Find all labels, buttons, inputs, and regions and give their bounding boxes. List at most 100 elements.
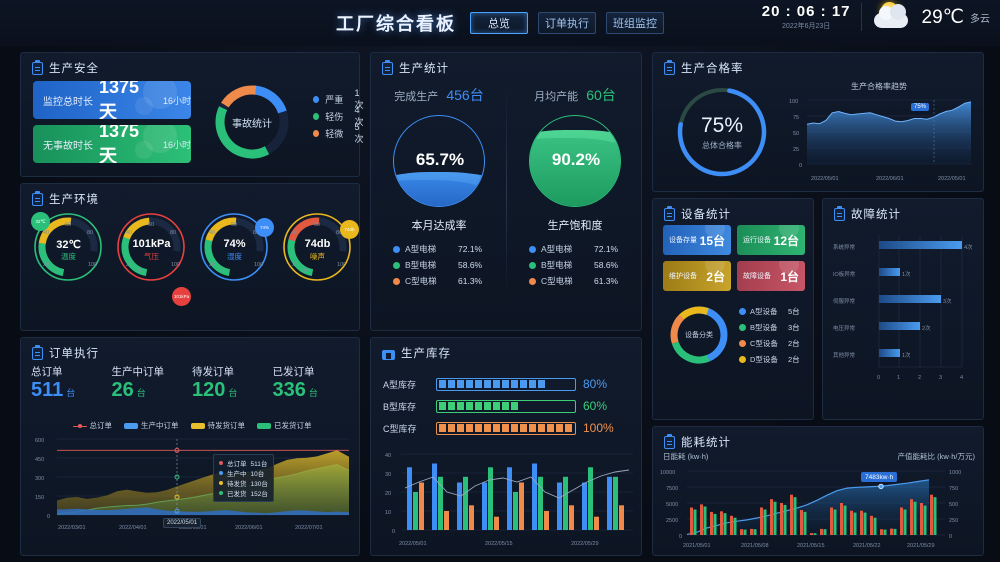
fault-val-3: 2次 bbox=[922, 324, 931, 332]
legend-label: 轻微 bbox=[325, 129, 344, 139]
legend-item-in-production[interactable]: 生产中订单 bbox=[124, 420, 179, 431]
panel-title-text: 订单执行 bbox=[49, 348, 99, 360]
order-kpi-total: 总订单 511 台 bbox=[31, 364, 112, 402]
legend-item-elevator-b: B型电梯 58.6% bbox=[529, 257, 643, 273]
svg-text:60: 60 bbox=[231, 222, 237, 228]
legend-value: 5次 bbox=[354, 122, 364, 144]
panel-title-text: 生产统计 bbox=[399, 63, 449, 75]
svg-text:75: 75 bbox=[793, 115, 799, 121]
safety-card-label: 监控总时长 bbox=[43, 96, 93, 108]
legend-dot bbox=[739, 339, 746, 347]
order-axis-tooltip: 2022/05/01 bbox=[163, 518, 202, 528]
liquid-ball-percent: 65.7% bbox=[415, 150, 465, 169]
order-kpi-value: 26 bbox=[111, 379, 134, 401]
chart-title: 生产合格率趋势 bbox=[851, 82, 907, 91]
gauge-value: 74db bbox=[304, 238, 331, 250]
svg-text:150: 150 bbox=[35, 495, 44, 501]
order-kpi-value: 511 bbox=[31, 379, 64, 401]
legend-item-slight: 轻微 5次 bbox=[313, 122, 367, 144]
clock-time: 20 : 06 : 17 bbox=[761, 3, 851, 20]
svg-text:40: 40 bbox=[292, 230, 298, 236]
safety-card-accident-free-duration: 无事故时长 1375天 16小时 bbox=[33, 125, 191, 163]
svg-text:500: 500 bbox=[949, 502, 958, 508]
svg-text:10: 10 bbox=[385, 510, 391, 516]
legend-label: 已发货订单 bbox=[274, 421, 312, 430]
svg-text:40: 40 bbox=[43, 230, 49, 236]
equipment-card-label: 维护设备 bbox=[669, 273, 697, 280]
svg-text:40: 40 bbox=[209, 230, 215, 236]
svg-text:100: 100 bbox=[789, 99, 798, 105]
order-kpi-value: 120 bbox=[192, 379, 226, 401]
legend-label: D型设备 bbox=[750, 354, 778, 364]
gauge-value: 32℃ bbox=[56, 239, 81, 251]
clipboard-icon bbox=[32, 190, 43, 206]
svg-text:0: 0 bbox=[679, 534, 682, 540]
legend-item-shipped[interactable]: 已发货订单 bbox=[257, 420, 312, 431]
order-chart-legend: 总订单 生产中订单 待发货订单 已发货订单 bbox=[27, 418, 357, 431]
safety-card-monitor-duration: 监控总时长 1375天 16小时 bbox=[33, 81, 191, 119]
clipboard-icon bbox=[834, 205, 845, 221]
tab-order-execution[interactable]: 订单执行 bbox=[538, 12, 596, 34]
svg-text:0: 0 bbox=[392, 529, 395, 535]
clock-block: 20 : 06 : 17 2022年6月23日 bbox=[762, 3, 862, 31]
fault-cat-2: 伺服异常 bbox=[833, 297, 856, 305]
legend-label: A型设备 bbox=[750, 306, 778, 316]
panel-title-safety: 生产安全 bbox=[21, 53, 359, 76]
order-kpi-row: 总订单 511 台 生产中订单 26 台 待发订单 120 台 已发订单 336 台 bbox=[31, 364, 353, 402]
gauge-name: 气压 bbox=[144, 252, 159, 261]
clipboard-icon bbox=[664, 205, 675, 221]
order-kpi-unit: 台 bbox=[136, 388, 146, 398]
legend-swatch bbox=[72, 423, 87, 428]
panel-title-text: 设备统计 bbox=[681, 209, 731, 221]
order-trend-chart: 总订单 生产中订单 待发货订单 已发货订单 600 450 300 150 0 … bbox=[27, 418, 357, 550]
tab-overview[interactable]: 总览 bbox=[470, 12, 528, 34]
svg-text:100: 100 bbox=[88, 262, 97, 268]
qualification-percent: 75% bbox=[700, 113, 744, 137]
tooltip-label: 已发货 bbox=[227, 491, 247, 498]
legend-label: A型电梯 bbox=[541, 244, 573, 254]
app-header: 工厂综合看板 总览 订单执行 班组监控 20 : 06 : 17 2022年6月… bbox=[0, 0, 1000, 46]
svg-text:40: 40 bbox=[385, 453, 391, 459]
inventory-bar-chart: 40 30 20 10 0 2022/05/01 2022/05/15 2022… bbox=[375, 444, 639, 552]
liquid-ball-capacity: 90.2% bbox=[529, 115, 621, 207]
order-kpi-pending: 待发订单 120 台 bbox=[192, 364, 273, 402]
panel-title-text: 生产安全 bbox=[49, 63, 99, 75]
svg-text:2022/07/01: 2022/07/01 bbox=[295, 525, 323, 531]
legend-swatch bbox=[257, 423, 271, 430]
inventory-row-c: C型库存 100% bbox=[383, 417, 641, 439]
order-kpi-label: 生产中订单 bbox=[111, 366, 165, 378]
accident-legend: 严重 1次 轻伤 4次 轻微 5次 bbox=[313, 88, 367, 144]
production-right-legend: A型电梯 72.1% B型电梯 58.6% C型电梯 61.3% bbox=[529, 241, 643, 289]
svg-text:60: 60 bbox=[65, 222, 71, 228]
clock-date: 2022年6月23日 bbox=[782, 23, 831, 30]
tooltip-dot bbox=[219, 481, 223, 485]
production-metric-value: 60台 bbox=[586, 87, 616, 103]
page-title: 工厂综合看板 bbox=[336, 14, 456, 34]
legend-label: C型电梯 bbox=[541, 276, 573, 286]
tooltip-value: 130台 bbox=[250, 481, 268, 488]
tab-shift-monitor[interactable]: 班组监控 bbox=[606, 12, 664, 34]
svg-text:20: 20 bbox=[209, 262, 215, 268]
gauge-badge: 32℃ bbox=[31, 212, 50, 231]
legend-dot bbox=[313, 96, 320, 103]
header-status: 20 : 06 : 17 2022年6月23日 29℃ 多云 bbox=[762, 2, 990, 32]
production-subtitle: 本月达成率 bbox=[411, 220, 467, 232]
svg-text:2022/05/01: 2022/05/01 bbox=[938, 176, 966, 182]
legend-item-total-orders[interactable]: 总订单 bbox=[72, 420, 112, 431]
legend-dot bbox=[739, 323, 746, 331]
energy-right-axis-label: 产值能耗比 (kw·h/万元) bbox=[897, 452, 976, 461]
legend-dot bbox=[313, 113, 320, 120]
svg-text:5000: 5000 bbox=[666, 502, 678, 508]
gauge-pressure: 40 60 80 20 100 0 101kPa 气压 101kPa bbox=[110, 210, 193, 320]
fault-bar-chart: 系统异常 4次 IO板异常 1次 伺服异常 3次 电压异常 2次 其他异常 1次 bbox=[831, 227, 979, 409]
svg-text:2022/03/01: 2022/03/01 bbox=[58, 525, 86, 531]
legend-label: 轻伤 bbox=[325, 112, 344, 122]
tooltip-value: 10台 bbox=[250, 471, 265, 478]
clipboard-icon bbox=[32, 59, 43, 75]
legend-item-pending-ship[interactable]: 待发货订单 bbox=[190, 420, 245, 431]
svg-text:80: 80 bbox=[170, 230, 176, 236]
liquid-ball-completed: 65.7% bbox=[393, 115, 485, 207]
svg-text:2021/05/08: 2021/05/08 bbox=[741, 543, 769, 549]
svg-text:2: 2 bbox=[918, 375, 921, 381]
legend-value: 5台 bbox=[788, 306, 800, 316]
